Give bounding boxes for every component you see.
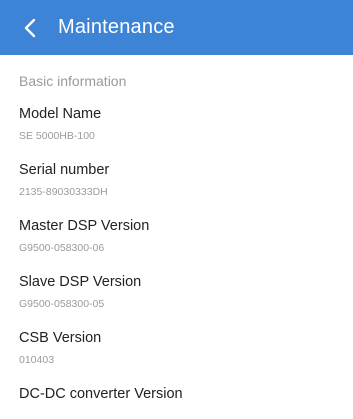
item-value: 2135-89030333DH bbox=[19, 186, 108, 198]
info-item-model-name: Model Name SE 5000HB-100 bbox=[0, 105, 353, 143]
chevron-left-icon bbox=[24, 18, 36, 37]
info-item-master-dsp-version: Master DSP Version G9500-058300-06 bbox=[0, 217, 353, 255]
info-item-csb-version: CSB Version 010403 bbox=[0, 329, 353, 367]
item-value: G9500-058300-05 bbox=[19, 298, 105, 310]
item-value: SE 5000HB-100 bbox=[19, 130, 95, 142]
item-label: DC-DC converter Version bbox=[19, 386, 183, 402]
maintenance-screen: Maintenance Basic information Model Name… bbox=[0, 0, 353, 419]
item-label: Model Name bbox=[19, 106, 102, 122]
item-label: Slave DSP Version bbox=[19, 274, 142, 290]
item-label: CSB Version bbox=[19, 330, 102, 346]
item-label: Master DSP Version bbox=[19, 218, 150, 234]
item-value: G9500-058300-06 bbox=[19, 242, 105, 254]
item-label: Serial number bbox=[19, 162, 110, 178]
page-title: Maintenance bbox=[58, 16, 175, 38]
info-list: Model Name SE 5000HB-100 Serial number 2… bbox=[0, 105, 353, 403]
back-button[interactable] bbox=[16, 14, 44, 42]
info-item-slave-dsp-version: Slave DSP Version G9500-058300-05 bbox=[0, 273, 353, 311]
top-bar: Maintenance bbox=[0, 0, 353, 55]
item-value: 010403 bbox=[19, 354, 55, 366]
info-item-serial-number: Serial number 2135-89030333DH bbox=[0, 161, 353, 199]
info-item-dc-dc-converter-version: DC-DC converter Version bbox=[0, 385, 353, 403]
section-header-basic-information: Basic information bbox=[19, 73, 127, 89]
